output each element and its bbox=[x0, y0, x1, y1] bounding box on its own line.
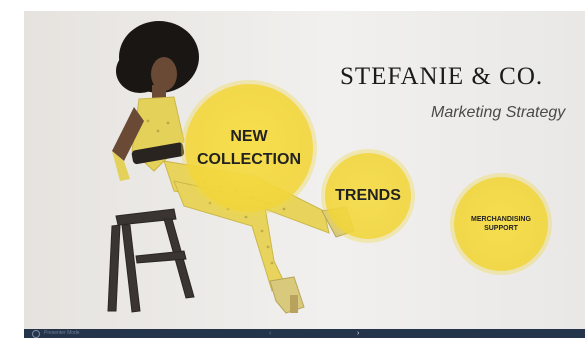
chevron-left-icon[interactable]: ‹ bbox=[269, 329, 271, 338]
bubble-trends-label: TRENDS bbox=[335, 187, 401, 204]
bubble-merchandising-support[interactable]: MERCHANDISING SUPPORT bbox=[454, 177, 548, 271]
bubble-new-collection[interactable]: NEW COLLECTION bbox=[185, 84, 313, 212]
bubble-merch-line1: MERCHANDISING bbox=[471, 216, 531, 223]
slide-canvas: STEFANIE & CO. Marketing Strategy NEW CO… bbox=[24, 11, 585, 329]
bubble-trends[interactable]: TRENDS bbox=[325, 153, 411, 239]
bubble-new-line1: NEW bbox=[230, 128, 268, 145]
stool-leg bbox=[107, 224, 121, 312]
chevron-right-icon[interactable]: › bbox=[357, 329, 359, 338]
stool-leg bbox=[121, 224, 141, 313]
presenter-bar: Presenter Mode ‹ › bbox=[24, 329, 585, 338]
subtitle: Marketing Strategy bbox=[431, 104, 566, 121]
presenter-label: Presenter Mode bbox=[44, 330, 80, 336]
presenter-icon[interactable] bbox=[32, 330, 40, 338]
bubble-new-line2: COLLECTION bbox=[197, 151, 301, 168]
bubble-merch-line2: SUPPORT bbox=[484, 225, 518, 232]
brand-title: STEFANIE & CO. bbox=[340, 63, 544, 90]
